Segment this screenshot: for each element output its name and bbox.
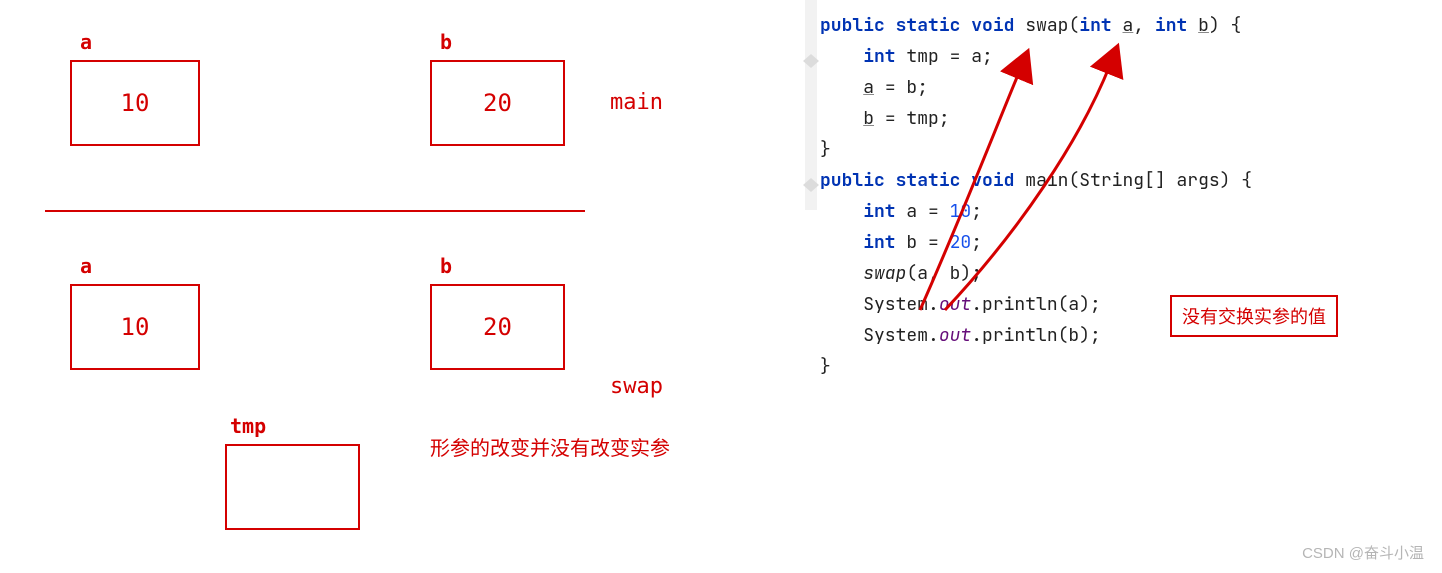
fold-handle-icon[interactable] <box>803 54 819 68</box>
code-line: b = tmp; <box>820 103 1252 134</box>
code-line: a = b; <box>820 72 1252 103</box>
diagram-caption: 形参的改变并没有改变实参 <box>430 432 670 461</box>
main-a-box: 10 <box>70 60 200 146</box>
tmp-label: tmp <box>230 414 266 438</box>
callout-box: 没有交换实参的值 <box>1170 295 1338 337</box>
main-scope-label: main <box>610 90 663 115</box>
main-b-box: 20 <box>430 60 565 146</box>
fold-handle-icon[interactable] <box>803 178 819 192</box>
tmp-box <box>225 444 360 530</box>
swap-b-label: b <box>440 254 452 278</box>
swap-scope-label: swap <box>610 374 663 399</box>
swap-a-label: a <box>80 254 92 278</box>
code-line-main-sig: public static void main(String[] args) { <box>820 165 1252 196</box>
code-line: int a = 10; <box>820 196 1252 227</box>
code-line: int b = 20; <box>820 227 1252 258</box>
code-line-swap-sig: public static void swap(int a, int b) { <box>820 10 1252 41</box>
swap-b-box: 20 <box>430 284 565 370</box>
code-line: swap(a, b); <box>820 258 1252 289</box>
diagram-region: a 10 b 20 main a 10 b 20 swap tmp 形参的改变并… <box>0 0 800 573</box>
swap-a-box: 10 <box>70 284 200 370</box>
main-a-label: a <box>80 30 92 54</box>
code-line: } <box>820 134 1252 165</box>
scope-divider <box>45 210 585 212</box>
watermark: CSDN @奋斗小温 <box>1302 542 1424 563</box>
main-b-label: b <box>440 30 452 54</box>
code-line: } <box>820 351 1252 382</box>
code-line: int tmp = a; <box>820 41 1252 72</box>
